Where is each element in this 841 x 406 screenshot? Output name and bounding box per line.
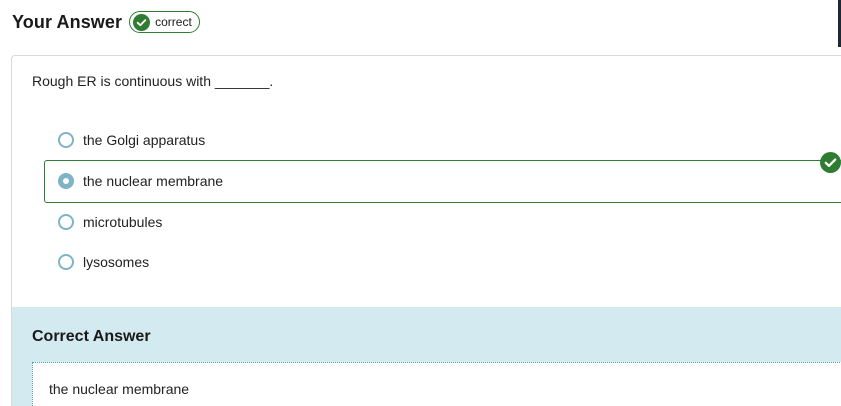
question-card: Rough ER is continuous with _______. the…	[11, 55, 841, 406]
option-label: lysosomes	[83, 254, 150, 270]
answer-header: Your Answer correct	[12, 8, 200, 36]
correct-answer-title: Correct Answer	[32, 328, 151, 345]
radio-button[interactable]	[58, 214, 74, 230]
correct-answer-panel: Correct Answer the nuclear membrane	[12, 307, 841, 406]
radio-button[interactable]	[58, 254, 74, 270]
correct-answer-box: the nuclear membrane	[32, 362, 841, 406]
check-circle-icon	[820, 152, 841, 173]
option-label: the Golgi apparatus	[83, 132, 206, 148]
page-title: Your Answer	[12, 11, 123, 32]
radio-button[interactable]	[58, 132, 74, 148]
option-microtubules[interactable]: microtubules	[58, 210, 162, 234]
option-lysosomes[interactable]: lysosomes	[58, 250, 149, 274]
option-label: microtubules	[83, 214, 163, 230]
check-circle-icon	[133, 13, 151, 31]
status-badge: correct	[129, 11, 200, 33]
correct-answer-value: the nuclear membrane	[49, 381, 190, 397]
page: Your Answer correct Rough ER is continuo…	[0, 0, 841, 406]
status-badge-label: correct	[155, 15, 192, 29]
option-nuclear-membrane[interactable]: the nuclear membrane	[58, 169, 223, 193]
option-golgi-apparatus[interactable]: the Golgi apparatus	[58, 128, 205, 152]
radio-button-selected[interactable]	[58, 173, 74, 189]
option-label: the nuclear membrane	[83, 173, 224, 189]
question-text: Rough ER is continuous with _______.	[32, 73, 274, 89]
